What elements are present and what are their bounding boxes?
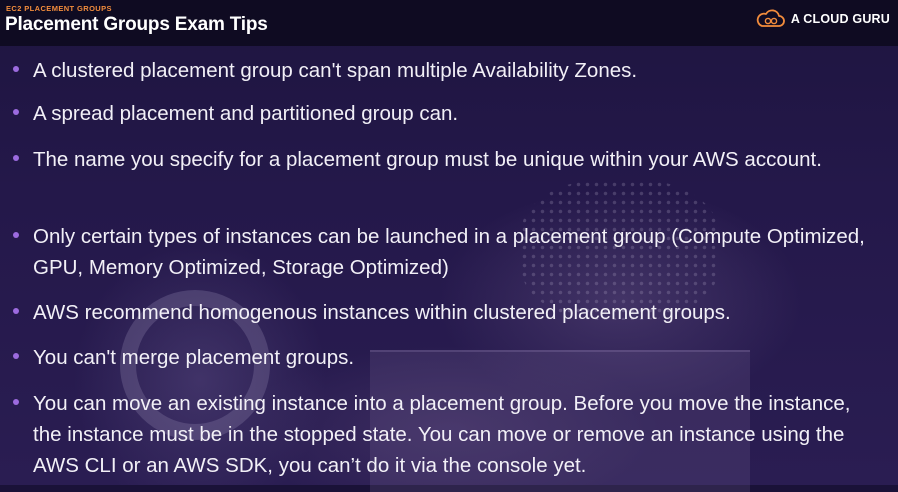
tip-text: You can't merge placement groups.: [33, 346, 355, 369]
tip-text: The name you specify for a placement gro…: [33, 148, 822, 171]
section-kicker: EC2 PLACEMENT GROUPS: [6, 4, 112, 13]
tip-text: You can move an existing instance into a…: [33, 392, 851, 477]
bullet-dot: [13, 308, 19, 314]
bullet-dot: [13, 399, 19, 405]
bullet-dot: [13, 353, 19, 359]
slide-title: Placement Groups Exam Tips: [5, 14, 268, 35]
brand-logo: A CLOUD GURU: [755, 9, 890, 29]
bullet-dot: [13, 109, 19, 115]
tip-text: Only certain types of instances can be l…: [33, 225, 865, 279]
tip-text: A spread placement and partitioned group…: [33, 102, 459, 125]
bullet-dot: [13, 155, 19, 161]
brand-name: A CLOUD GURU: [790, 12, 890, 26]
bullet-dot: [13, 232, 19, 238]
tip-text: A clustered placement group can't span m…: [33, 59, 638, 82]
header-bar: EC2 PLACEMENT GROUPS Placement Groups Ex…: [0, 0, 898, 46]
bullet-dot: [13, 66, 19, 72]
cloud-icon: [756, 9, 785, 27]
tip-text: AWS recommend homogenous instances withi…: [33, 301, 731, 324]
